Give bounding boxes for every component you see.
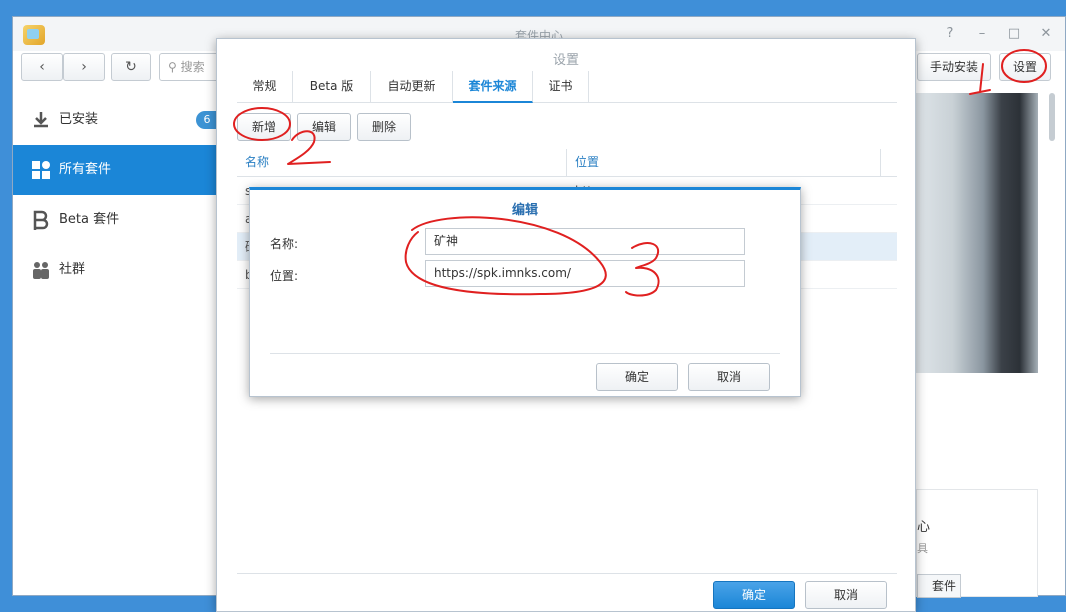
package-card-title: 心 bbox=[917, 520, 931, 535]
refresh-button[interactable]: ↻ bbox=[111, 53, 151, 81]
package-card: 心 具 套件 bbox=[916, 489, 1038, 598]
search-placeholder: 搜索 bbox=[180, 60, 205, 74]
name-label: 名称: bbox=[270, 237, 299, 251]
sidebar-item-label: 已安装 bbox=[59, 112, 99, 127]
column-header-location[interactable]: 位置 bbox=[567, 149, 881, 177]
sidebar-item-community[interactable]: 社群 bbox=[13, 245, 218, 295]
package-card-subtitle: 具 bbox=[917, 542, 928, 555]
sidebar-item-label: 所有套件 bbox=[59, 162, 112, 177]
beta-icon bbox=[33, 210, 49, 230]
search-icon: ⚲ bbox=[168, 60, 177, 74]
installed-count-badge: 6 bbox=[196, 111, 218, 129]
tab-beta[interactable]: Beta 版 bbox=[293, 71, 371, 103]
close-icon[interactable]: ✕ bbox=[1037, 25, 1055, 43]
grid-icon bbox=[32, 161, 50, 179]
sidebar: 已安装 6 所有套件 Beta 套件 社群 bbox=[13, 95, 218, 295]
maximize-icon[interactable]: □ bbox=[1005, 25, 1023, 43]
settings-tabs: 常规 Beta 版 自动更新 套件来源 证书 bbox=[237, 71, 897, 103]
forward-button[interactable]: › bbox=[63, 53, 105, 81]
package-card-button[interactable]: 套件 bbox=[917, 574, 961, 598]
divider bbox=[237, 573, 897, 574]
sidebar-item-beta[interactable]: Beta 套件 bbox=[13, 195, 218, 245]
refresh-icon: ↻ bbox=[125, 59, 137, 75]
settings-dialog-title: 设置 bbox=[552, 53, 579, 68]
chevron-right-icon: › bbox=[81, 59, 87, 75]
chevron-left-icon: ‹ bbox=[39, 59, 45, 75]
edit-source-dialog: 编辑 名称: 矿神 位置: https://spk.imnks.com/ 确定 … bbox=[249, 187, 801, 397]
tab-package-sources[interactable]: 套件来源 bbox=[453, 71, 533, 103]
community-icon bbox=[33, 262, 49, 279]
divider bbox=[270, 353, 780, 354]
sidebar-item-label: 社群 bbox=[59, 262, 86, 277]
tab-auto-update[interactable]: 自动更新 bbox=[371, 71, 453, 103]
sidebar-item-all-packages[interactable]: 所有套件 bbox=[13, 145, 218, 195]
tab-certificate[interactable]: 证书 bbox=[533, 71, 589, 103]
minimize-icon[interactable]: – bbox=[973, 25, 991, 43]
help-icon[interactable]: ? bbox=[941, 25, 959, 43]
edit-dialog-title: 编辑 bbox=[511, 203, 538, 218]
sources-table-header: 名称 位置 bbox=[237, 149, 897, 177]
sidebar-item-label: Beta 套件 bbox=[59, 212, 120, 227]
tab-general[interactable]: 常规 bbox=[237, 71, 293, 103]
name-field[interactable]: 矿神 bbox=[425, 228, 745, 255]
banner-image bbox=[916, 93, 1038, 373]
settings-cancel-button[interactable]: 取消 bbox=[805, 581, 887, 609]
location-label: 位置: bbox=[270, 269, 299, 283]
column-header-name[interactable]: 名称 bbox=[237, 149, 567, 177]
back-button[interactable]: ‹ bbox=[21, 53, 63, 81]
settings-ok-button[interactable]: 确定 bbox=[713, 581, 795, 609]
location-field[interactable]: https://spk.imnks.com/ bbox=[425, 260, 745, 287]
edit-source-button[interactable]: 编辑 bbox=[297, 113, 351, 141]
scrollbar[interactable] bbox=[1049, 93, 1055, 141]
manual-install-button[interactable]: 手动安装 bbox=[917, 53, 991, 81]
edit-cancel-button[interactable]: 取消 bbox=[688, 363, 770, 391]
add-source-button[interactable]: 新增 bbox=[237, 113, 291, 141]
sidebar-item-installed[interactable]: 已安装 6 bbox=[13, 95, 218, 145]
settings-button[interactable]: 设置 bbox=[999, 53, 1051, 81]
download-icon bbox=[34, 112, 48, 128]
edit-ok-button[interactable]: 确定 bbox=[596, 363, 678, 391]
delete-source-button[interactable]: 删除 bbox=[357, 113, 411, 141]
